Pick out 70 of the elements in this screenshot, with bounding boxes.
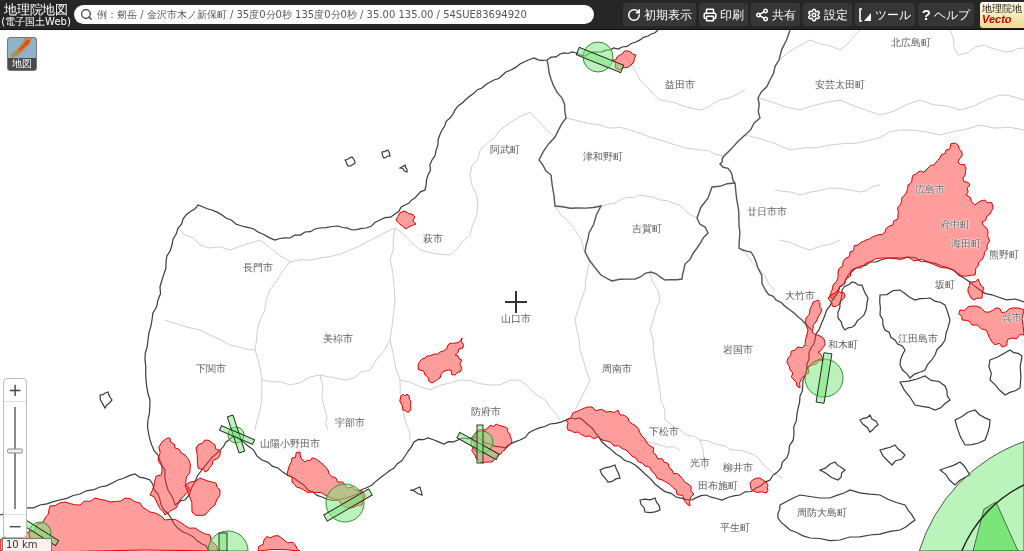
place-label: 防府市 bbox=[471, 407, 501, 417]
shaded-area bbox=[958, 305, 1024, 348]
shaded-area bbox=[395, 210, 417, 230]
settings-icon bbox=[806, 7, 821, 22]
help-button[interactable]: ? ヘルプ bbox=[917, 3, 974, 26]
shaded-area bbox=[257, 535, 301, 551]
place-label: 平生町 bbox=[720, 523, 750, 533]
scale-bar: 10 km bbox=[2, 538, 52, 551]
zone-circle bbox=[575, 41, 625, 74]
question-mark-icon: ? bbox=[921, 7, 931, 22]
place-label: 美祢市 bbox=[323, 334, 353, 344]
printer-icon bbox=[702, 7, 717, 22]
terrain-map-icon bbox=[8, 38, 36, 58]
place-label: 吉賀町 bbox=[632, 224, 662, 234]
place-label: 海田町 bbox=[951, 239, 981, 249]
shaded-area bbox=[471, 423, 513, 464]
settings-button[interactable]: 設定 bbox=[802, 3, 852, 26]
share-button[interactable]: 共有 bbox=[750, 3, 800, 26]
shaded-area bbox=[399, 393, 412, 413]
shaded-area bbox=[749, 477, 769, 494]
place-label: 萩市 bbox=[423, 234, 443, 244]
place-label: 周防大島町 bbox=[797, 508, 847, 518]
place-label: 津和野町 bbox=[583, 152, 623, 162]
place-label: 山陽小野田市 bbox=[260, 439, 320, 449]
print-button[interactable]: 印刷 bbox=[698, 3, 748, 26]
place-label: 益田市 bbox=[665, 80, 695, 90]
place-label: 江田島市 bbox=[898, 334, 938, 344]
search-icon bbox=[80, 8, 93, 21]
place-label: 阿武町 bbox=[490, 145, 520, 155]
place-label: 坂町 bbox=[935, 280, 955, 290]
place-label: 宇部市 bbox=[335, 418, 365, 428]
place-label: 広島市 bbox=[915, 185, 945, 195]
zoom-slider-thumb[interactable] bbox=[7, 448, 23, 454]
shaded-area bbox=[417, 337, 464, 384]
place-label: 岩国市 bbox=[723, 345, 753, 355]
reset-view-button[interactable]: 初期表示 bbox=[622, 3, 696, 26]
shaded-area bbox=[195, 439, 221, 473]
place-label: 光市 bbox=[690, 458, 710, 468]
place-label: 安芸太田町 bbox=[815, 80, 865, 90]
place-label: 大竹市 bbox=[785, 291, 815, 301]
place-label: 廿日市市 bbox=[747, 207, 787, 217]
place-label: 周南市 bbox=[602, 364, 632, 374]
shaded-area bbox=[611, 50, 637, 71]
map-layer-button[interactable]: 地図 bbox=[7, 37, 37, 71]
logo-title: 地理院地図 bbox=[4, 2, 68, 16]
zone-circle bbox=[456, 424, 500, 464]
place-label: 柳井市 bbox=[723, 463, 753, 473]
zone-circle bbox=[323, 483, 373, 523]
share-icon bbox=[754, 7, 769, 22]
place-label: 北広島町 bbox=[891, 38, 931, 48]
refresh-icon bbox=[626, 7, 641, 22]
place-label: 和木町 bbox=[828, 340, 858, 350]
zone-circle bbox=[219, 414, 255, 454]
place-label: 府中町 bbox=[940, 220, 970, 230]
ruler-triangle-icon bbox=[858, 7, 872, 22]
place-label: 長門市 bbox=[243, 263, 273, 273]
zoom-out-button[interactable]: − bbox=[4, 515, 26, 537]
place-label: 山口市 bbox=[501, 314, 531, 324]
crosshair-icon bbox=[505, 291, 527, 313]
zone-circle bbox=[804, 352, 844, 404]
vector-badge[interactable]: 地理院地 Vecto bbox=[980, 1, 1024, 28]
zoom-in-button[interactable]: + bbox=[4, 379, 26, 401]
place-label: 下松市 bbox=[649, 427, 679, 437]
search-field[interactable]: 例：剱岳 / 金沢市木ノ新保町 / 35度0分0秒 135度0分0秒 / 35.00 135.00 / 54SUE83694920 bbox=[74, 5, 594, 24]
place-label: 呉市 bbox=[1002, 313, 1022, 323]
place-label: 田布施町 bbox=[698, 481, 738, 491]
place-label: 熊野町 bbox=[989, 250, 1019, 260]
place-label: 下関市 bbox=[196, 364, 226, 374]
logo-subtitle: (電子国土Web) bbox=[1, 16, 71, 27]
tools-button[interactable]: ツール bbox=[854, 3, 915, 26]
